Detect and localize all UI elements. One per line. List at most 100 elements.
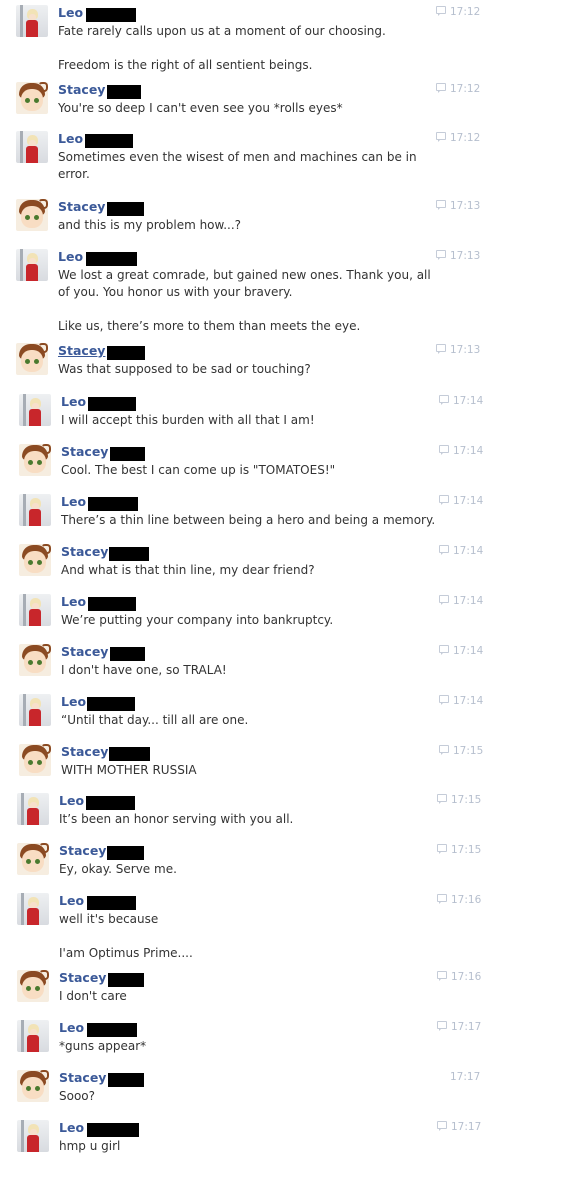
message-text: *guns appear* [59,1039,147,1053]
chat-message: Leo 17:13 We lost a great comrade, but gai… [0,249,585,335]
sender-name[interactable]: Stacey [58,82,105,97]
stacey-avatar[interactable] [19,444,51,476]
timestamp-text: 17:13 [450,200,481,212]
message-timestamp: 17:14 [439,594,483,608]
comment-bubble-icon [439,495,449,505]
redacted-surname [107,85,141,99]
message-text: Was that supposed to be sad or touching? [58,362,311,376]
sender-name[interactable]: Stacey [61,744,108,759]
stacey-avatar[interactable] [16,199,48,231]
leo-avatar[interactable] [17,1020,49,1052]
redacted-surname [87,697,135,711]
sender-name[interactable]: Leo [59,1020,84,1035]
message-text: And what is that thin line, my dear frie… [61,563,315,577]
message-text: I will accept this burden with all that … [61,413,315,427]
message-timestamp: 17:14 [439,644,483,658]
chat-message: Stacey 17:14 I don't have one, so TRALA! [0,644,585,679]
sender-name[interactable]: Stacey [59,1070,106,1085]
stacey-avatar[interactable] [16,82,48,114]
leo-avatar[interactable] [19,694,51,726]
timestamp-text: 17:16 [451,894,482,906]
comment-bubble-icon [439,695,449,705]
comment-bubble-icon [436,200,446,210]
timestamp-text: 17:17 [451,1121,482,1133]
sender-name[interactable]: Stacey [59,843,106,858]
chat-message: Leo 17:14 There’s a thin line between bein… [0,494,585,529]
sender-name[interactable]: Leo [58,5,83,20]
redacted-surname [108,1073,144,1087]
stacey-avatar[interactable] [16,343,48,375]
sender-name[interactable]: Leo [61,694,86,709]
leo-avatar[interactable] [19,394,51,426]
stacey-avatar[interactable] [17,970,49,1002]
sender-name[interactable]: Leo [58,131,83,146]
redacted-surname [110,447,145,461]
timestamp-text: 17:14 [453,445,484,457]
leo-avatar[interactable] [17,793,49,825]
timestamp-text: 17:17 [451,1021,482,1033]
timestamp-text: 17:13 [450,250,481,262]
sender-name[interactable]: Leo [61,394,86,409]
redacted-surname [88,597,136,611]
sender-name[interactable]: Stacey [61,444,108,459]
stacey-avatar[interactable] [17,843,49,875]
message-text: and this is my problem how...? [58,218,242,232]
timestamp-text: 17:14 [453,595,484,607]
message-text: I'am Optimus Prime.... [59,946,193,960]
message-text: Cool. The best I can come up is "TOMATOE… [61,463,336,477]
leo-avatar[interactable] [16,131,48,163]
leo-avatar[interactable] [19,494,51,526]
sender-name[interactable]: Leo [59,893,84,908]
message-timestamp: 17:12 [436,131,480,145]
leo-avatar[interactable] [17,1120,49,1152]
leo-avatar[interactable] [16,5,48,37]
redacted-surname [86,252,137,266]
redacted-surname [88,497,138,511]
comment-bubble-icon [436,132,446,142]
sender-name[interactable]: Leo [59,1120,84,1135]
chat-message: Stacey 17:14 Cool. The best I can come up … [0,444,585,479]
chat-message: Stacey 17:12 You're so deep I can't even s… [0,82,585,117]
leo-avatar[interactable] [17,893,49,925]
message-text: hmp u girl [59,1139,121,1153]
message-timestamp: 17:13 [436,343,480,357]
sender-name[interactable]: Leo [59,793,84,808]
comment-bubble-icon [439,545,449,555]
comment-bubble-icon [436,83,446,93]
message-text: I don't care [59,989,127,1003]
timestamp-text: 17:14 [453,495,484,507]
sender-name[interactable]: Leo [61,594,86,609]
comment-bubble-icon [439,395,449,405]
timestamp-text: 17:13 [450,344,481,356]
leo-avatar[interactable] [16,249,48,281]
message-timestamp: 17:12 [436,82,480,96]
message-timestamp: 17:17 [437,1120,481,1134]
message-text: Freedom is the right of all sentient bei… [58,58,313,72]
message-text: Ey, okay. Serve me. [59,862,177,876]
sender-name[interactable]: Stacey [61,644,108,659]
message-text: Sometimes even the wisest of men and mac… [58,150,417,164]
message-timestamp: 17:17 [437,1020,481,1034]
comment-bubble-icon [439,445,449,455]
message-timestamp: 17:17 [450,1070,480,1084]
sender-name[interactable]: Stacey [59,970,106,985]
sender-name[interactable]: Stacey [58,199,105,214]
stacey-avatar[interactable] [19,544,51,576]
chat-message: Leo 17:14 “Until that day... till all are … [0,694,585,729]
redacted-surname [87,1123,139,1137]
stacey-avatar[interactable] [19,644,51,676]
sender-name[interactable]: Stacey [61,544,108,559]
message-text: of you. You honor us with your bravery. [58,285,293,299]
comment-bubble-icon [439,595,449,605]
leo-avatar[interactable] [19,594,51,626]
stacey-avatar[interactable] [17,1070,49,1102]
sender-name[interactable]: Leo [58,249,83,264]
chat-message: Stacey 17:17 Sooo? [0,1070,585,1105]
chat-conversation: Leo 17:12 Fate rarely calls upon us at a m… [0,0,585,1188]
stacey-avatar[interactable] [19,744,51,776]
timestamp-text: 17:15 [451,844,482,856]
sender-name[interactable]: Stacey [58,343,105,358]
chat-message: Leo 17:16 well it's because I'am Optimus Pr… [0,893,585,962]
sender-name[interactable]: Leo [61,494,86,509]
timestamp-text: 17:12 [450,6,481,18]
